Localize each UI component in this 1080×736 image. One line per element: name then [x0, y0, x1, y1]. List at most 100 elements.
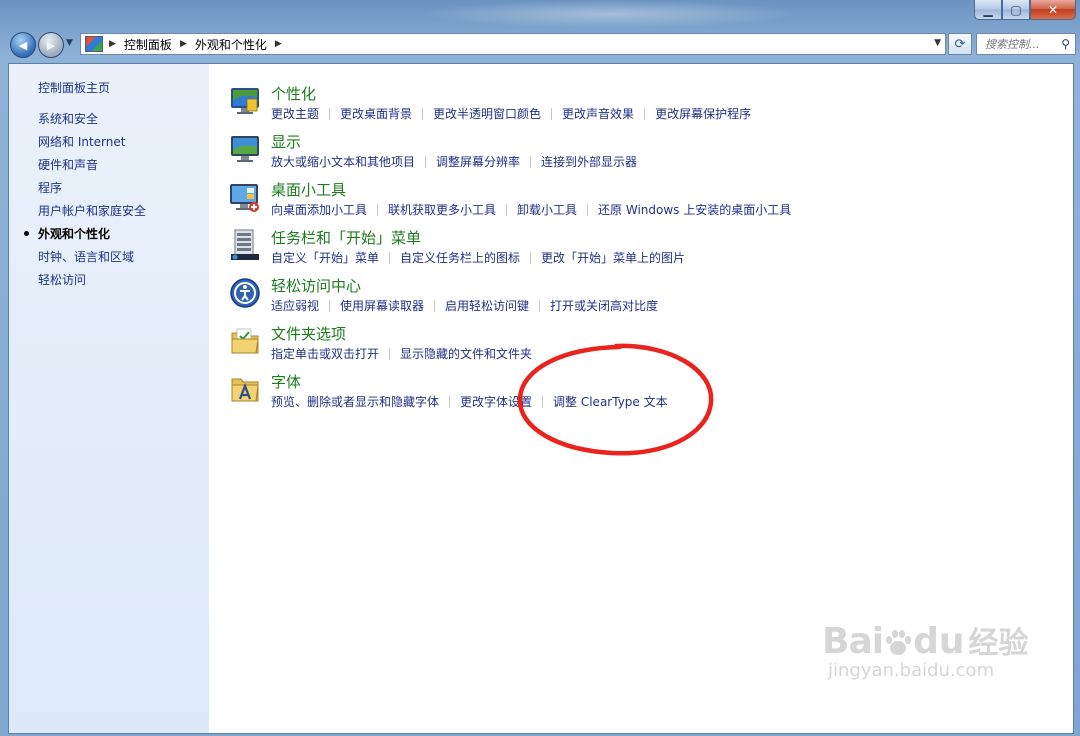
sidebar-item-system-security[interactable]: 系统和安全	[38, 112, 146, 135]
link-single-double-click[interactable]: 指定单击或双击打开	[271, 345, 379, 362]
link-easy-access-keys[interactable]: 启用轻松访问键	[445, 297, 529, 314]
search-icon[interactable]: ⚲	[1061, 37, 1070, 51]
category-title[interactable]: 显示	[271, 131, 301, 152]
recent-pages-dropdown[interactable]: ▼	[66, 38, 73, 48]
baidu-watermark: Bai du 经验 jingyan.baidu.com	[822, 618, 1028, 681]
title-glow	[420, 0, 800, 28]
link-separator	[539, 299, 541, 312]
category-title[interactable]: 文件夹选项	[271, 323, 346, 344]
refresh-icon: ⟳	[954, 36, 966, 52]
watermark-url: jingyan.baidu.com	[828, 660, 995, 681]
fonts-icon[interactable]	[229, 373, 261, 405]
sidebar-item-hardware-sound[interactable]: 硬件和声音	[38, 158, 146, 181]
taskbar-icon[interactable]	[229, 229, 261, 261]
control-panel-icon	[85, 36, 103, 52]
category-links: 自定义「开始」菜单 自定义任务栏上的图标 更改「开始」菜单上的图片	[271, 249, 685, 266]
navigation-bar: ◀ ▶ ▼ ▶ 控制面板 ▶ 外观和个性化 ▶ ▼ ⟳ ⚲	[6, 28, 1076, 60]
display-icon[interactable]	[229, 133, 261, 165]
link-change-background[interactable]: 更改桌面背景	[340, 105, 412, 122]
link-separator	[377, 203, 379, 216]
sidebar-item-programs[interactable]: 程序	[38, 181, 146, 204]
search-box[interactable]: ⚲	[976, 33, 1076, 55]
category-title[interactable]: 任务栏和「开始」菜单	[271, 227, 421, 248]
link-separator	[434, 299, 436, 312]
sidebar-item-ease-of-access[interactable]: 轻松访问	[38, 273, 146, 296]
category-title[interactable]: 字体	[271, 371, 301, 392]
link-external-display[interactable]: 连接到外部显示器	[541, 153, 637, 170]
link-sound-effects[interactable]: 更改声音效果	[562, 105, 634, 122]
link-taskbar-icons[interactable]: 自定义任务栏上的图标	[400, 249, 520, 266]
address-bar[interactable]: ▶ 控制面板 ▶ 外观和个性化 ▶ ▼	[80, 33, 946, 55]
link-separator	[530, 155, 532, 168]
watermark-brand-suffix: du	[913, 621, 965, 662]
link-start-menu-picture[interactable]: 更改「开始」菜单上的图片	[541, 249, 685, 266]
window-frame: ▁ ▢ ✕ ◀ ▶ ▼ ▶ 控制面板 ▶ 外观和个性化 ▶ ▼ ⟳ ⚲	[0, 0, 1080, 736]
category-links: 适应弱视 使用屏幕读取器 启用轻松访问键 打开或关闭高对比度	[271, 297, 658, 314]
link-preview-fonts[interactable]: 预览、删除或者显示和隐藏字体	[271, 393, 439, 410]
link-low-vision[interactable]: 适应弱视	[271, 297, 319, 314]
forward-arrow-icon: ▶	[46, 38, 56, 52]
chevron-right-icon[interactable]: ▶	[109, 39, 116, 49]
chevron-right-icon[interactable]: ▶	[180, 39, 187, 49]
link-separator	[530, 251, 532, 264]
watermark-brand: Bai	[822, 621, 884, 662]
link-restore-gadgets[interactable]: 还原 Windows 上安装的桌面小工具	[598, 201, 791, 218]
link-separator	[422, 107, 424, 120]
link-text-size[interactable]: 放大或缩小文本和其他项目	[271, 153, 415, 170]
category-links: 指定单击或双击打开 显示隐藏的文件和文件夹	[271, 345, 532, 362]
category-links: 更改主题 更改桌面背景 更改半透明窗口颜色 更改声音效果 更改屏幕保护程序	[271, 105, 751, 122]
paw-icon	[886, 630, 912, 655]
link-separator	[389, 347, 391, 360]
link-separator	[506, 203, 508, 216]
link-uninstall-gadget[interactable]: 卸载小工具	[517, 201, 577, 218]
category-title[interactable]: 个性化	[271, 83, 316, 104]
link-separator	[449, 395, 451, 408]
chevron-right-icon[interactable]: ▶	[275, 39, 282, 49]
link-change-theme[interactable]: 更改主题	[271, 105, 319, 122]
sidebar-item-clock-language[interactable]: 时钟、语言和区域	[38, 250, 146, 273]
link-screen-reader[interactable]: 使用屏幕读取器	[340, 297, 424, 314]
forward-button[interactable]: ▶	[38, 32, 64, 58]
close-button[interactable]: ✕	[1030, 0, 1076, 20]
sidebar-item-user-accounts[interactable]: 用户帐户和家庭安全	[38, 204, 146, 227]
link-high-contrast[interactable]: 打开或关闭高对比度	[550, 297, 658, 314]
sidebar-item-network-internet[interactable]: 网络和 Internet	[38, 135, 146, 158]
link-add-gadgets[interactable]: 向桌面添加小工具	[271, 201, 367, 218]
address-dropdown-icon[interactable]: ▼	[934, 38, 941, 48]
search-input[interactable]	[983, 36, 1059, 52]
link-customize-start-menu[interactable]: 自定义「开始」菜单	[271, 249, 379, 266]
link-separator	[425, 155, 427, 168]
link-separator	[329, 107, 331, 120]
maximize-button[interactable]: ▢	[1002, 0, 1030, 20]
back-button[interactable]: ◀	[10, 32, 36, 58]
caption-buttons: ▁ ▢ ✕	[974, 0, 1076, 20]
link-separator	[329, 299, 331, 312]
link-screen-resolution[interactable]: 调整屏幕分辨率	[436, 153, 520, 170]
minimize-button[interactable]: ▁	[974, 0, 1002, 20]
link-separator	[551, 107, 553, 120]
link-get-more-gadgets[interactable]: 联机获取更多小工具	[388, 201, 496, 218]
category-title[interactable]: 轻松访问中心	[271, 275, 361, 296]
sidebar: 控制面板主页 系统和安全 网络和 Internet 硬件和声音 程序 用户帐户和…	[9, 64, 209, 733]
link-screensaver[interactable]: 更改屏幕保护程序	[655, 105, 751, 122]
link-separator	[587, 203, 589, 216]
category-links: 向桌面添加小工具 联机获取更多小工具 卸载小工具 还原 Windows 上安装的…	[271, 201, 791, 218]
red-annotation-circle	[517, 343, 714, 456]
refresh-button[interactable]: ⟳	[948, 33, 972, 55]
ease-of-access-icon[interactable]	[229, 277, 261, 309]
breadcrumb-control-panel[interactable]: 控制面板	[124, 36, 172, 53]
category-title[interactable]: 桌面小工具	[271, 179, 346, 200]
personalization-icon[interactable]	[229, 85, 261, 117]
link-window-color[interactable]: 更改半透明窗口颜色	[433, 105, 541, 122]
sidebar-item-appearance: 外观和个性化	[23, 227, 146, 250]
back-arrow-icon: ◀	[18, 38, 28, 52]
link-separator	[389, 251, 391, 264]
gadgets-icon[interactable]	[229, 181, 261, 213]
category-links: 放大或缩小文本和其他项目 调整屏幕分辨率 连接到外部显示器	[271, 153, 637, 170]
sidebar-list: 系统和安全 网络和 Internet 硬件和声音 程序 用户帐户和家庭安全 外观…	[23, 112, 146, 296]
folder-options-icon[interactable]	[229, 325, 261, 357]
sidebar-home-link[interactable]: 控制面板主页	[38, 79, 110, 96]
link-separator	[644, 107, 646, 120]
watermark-cn: 经验	[968, 626, 1029, 661]
breadcrumb-appearance[interactable]: 外观和个性化	[195, 36, 267, 53]
